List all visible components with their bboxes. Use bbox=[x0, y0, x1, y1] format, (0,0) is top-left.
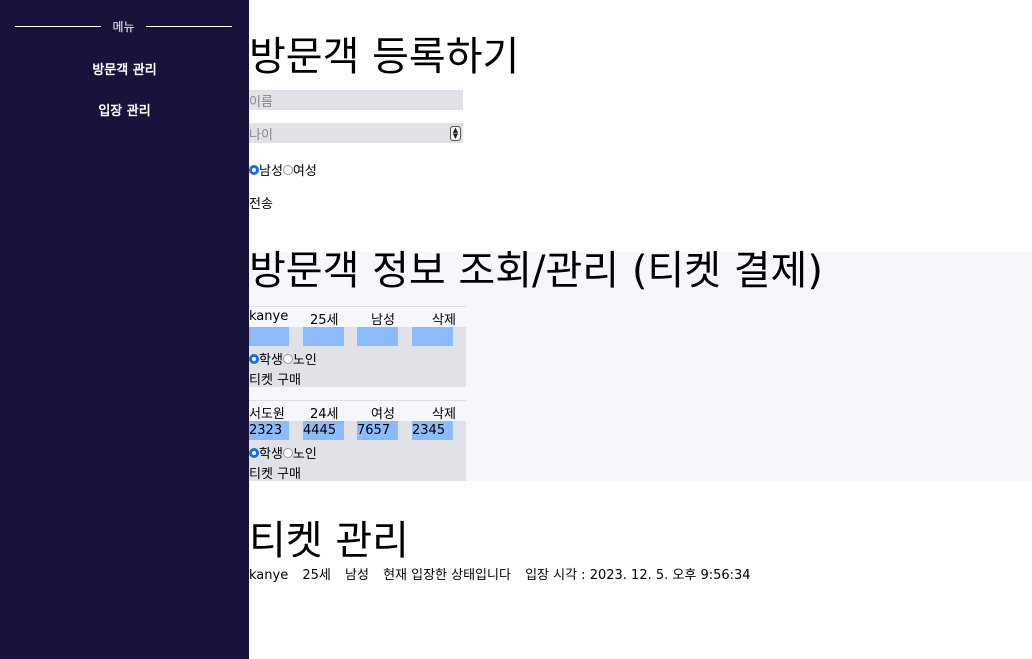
age-input[interactable]: 나이 ▲ ▼ bbox=[249, 123, 463, 143]
radio-senior-label: 노인 bbox=[292, 447, 317, 462]
ticket-field[interactable] bbox=[357, 327, 398, 346]
ticket-field[interactable]: 2345 bbox=[412, 421, 453, 440]
submit-button[interactable]: 전송 bbox=[249, 193, 273, 212]
visitor-card: 서도원 24세 여성 삭제 2323 4445 7657 2345 학생 노인 … bbox=[249, 400, 466, 482]
radio-female[interactable] bbox=[282, 164, 293, 175]
radio-student-label: 학생 bbox=[259, 353, 283, 368]
sidebar: 메뉴 방문객 관리 입장 관리 bbox=[0, 0, 249, 659]
radio-senior-label: 노인 bbox=[292, 353, 317, 368]
ticket-field[interactable]: 4445 bbox=[303, 421, 344, 440]
visitor-section-title: 방문객 정보 조회/관리 (티켓 결제) bbox=[249, 248, 823, 294]
entry-gender: 남성 bbox=[345, 568, 369, 583]
name-input[interactable]: 이름 bbox=[249, 90, 463, 110]
gender-radio-group: 남성 여성 bbox=[249, 160, 317, 179]
menu-title: 메뉴 bbox=[15, 18, 232, 34]
visitor-gender: 여성 bbox=[371, 407, 395, 422]
ticket-field[interactable]: 2323 bbox=[249, 421, 289, 440]
ticket-section-title: 티켓 관리 bbox=[249, 518, 409, 564]
radio-male-label: 남성 bbox=[259, 164, 283, 179]
visitor-card-header: 서도원 24세 여성 삭제 bbox=[249, 400, 466, 422]
visitor-name: 서도원 bbox=[249, 407, 285, 422]
menu-title-label: 메뉴 bbox=[112, 19, 135, 34]
visitor-panel: 방문객 정보 조회/관리 (티켓 결제) kanye 25세 남성 삭제 학생 … bbox=[249, 248, 1032, 482]
radio-student-label: 학생 bbox=[259, 447, 283, 462]
entry-name: kanye bbox=[249, 568, 289, 583]
divider bbox=[15, 25, 102, 27]
radio-student[interactable] bbox=[249, 353, 259, 364]
visitor-card-header: kanye 25세 남성 삭제 bbox=[249, 306, 466, 328]
main-content: 방문객 등록하기 이름 나이 ▲ ▼ 남성 여성 전송 방문객 정보 조회/관리 … bbox=[249, 0, 1032, 659]
visitor-card: kanye 25세 남성 삭제 학생 노인 티켓 구매 bbox=[249, 306, 466, 388]
sidebar-item-visitor-management[interactable]: 방문객 관리 bbox=[0, 59, 249, 78]
radio-female-label: 여성 bbox=[292, 164, 317, 179]
delete-button[interactable]: 삭제 bbox=[432, 403, 456, 422]
ticket-field[interactable] bbox=[303, 327, 344, 346]
entry-time: 입장 시각 : 2023. 12. 5. 오후 9:56:34 bbox=[525, 568, 751, 583]
radio-male[interactable] bbox=[249, 164, 259, 175]
ticket-type-radio-group: 학생 노인 bbox=[249, 349, 317, 368]
entry-status: 현재 입장한 상태입니다 bbox=[383, 568, 511, 583]
radio-student[interactable] bbox=[249, 447, 259, 458]
age-placeholder: 나이 bbox=[249, 127, 273, 143]
ticket-field[interactable]: 7657 bbox=[357, 421, 398, 440]
divider bbox=[145, 25, 232, 27]
sidebar-item-entry-management[interactable]: 입장 관리 bbox=[0, 100, 249, 119]
ticket-field[interactable] bbox=[249, 327, 289, 346]
register-title: 방문객 등록하기 bbox=[249, 34, 520, 80]
ticket-entry: kanye 25세 남성 현재 입장한 상태입니다 입장 시각 : 2023. … bbox=[249, 564, 751, 583]
radio-senior[interactable] bbox=[282, 447, 293, 458]
ticket-field[interactable] bbox=[412, 327, 453, 346]
entry-age: 25세 bbox=[302, 568, 331, 583]
delete-button[interactable]: 삭제 bbox=[432, 309, 456, 328]
buy-ticket-button[interactable]: 티켓 구매 bbox=[249, 463, 301, 482]
buy-ticket-button[interactable]: 티켓 구매 bbox=[249, 369, 301, 388]
visitor-age: 25세 bbox=[310, 313, 339, 328]
age-stepper[interactable]: ▲ ▼ bbox=[450, 126, 461, 141]
ticket-type-radio-group: 학생 노인 bbox=[249, 443, 317, 462]
name-placeholder: 이름 bbox=[249, 94, 273, 110]
visitor-name: kanye bbox=[249, 309, 289, 324]
visitor-gender: 남성 bbox=[371, 313, 395, 328]
radio-senior[interactable] bbox=[282, 353, 293, 364]
visitor-age: 24세 bbox=[310, 407, 339, 422]
